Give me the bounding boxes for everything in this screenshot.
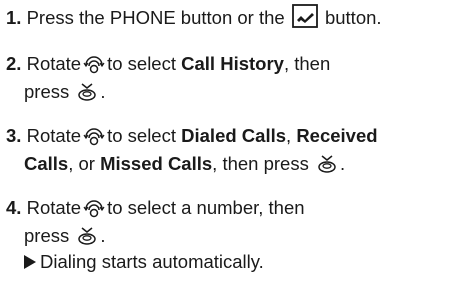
- step-3-sep-1: ,: [286, 125, 292, 146]
- step-4-to-select: to select a number, then: [107, 197, 305, 218]
- step-1: 1. Press the PHONE button or the button.: [6, 4, 472, 34]
- step-3-to-select: to select: [107, 125, 176, 146]
- selector-knob-icon: [83, 128, 105, 152]
- step-3-rotate: Rotate: [26, 125, 82, 146]
- step-2-rotate: Rotate: [26, 53, 82, 74]
- step-2-to-select: to select: [107, 53, 176, 74]
- step-2-press: press: [24, 81, 70, 102]
- press-down-icon: [76, 226, 98, 252]
- menu-call-history: Call History: [181, 53, 284, 74]
- step-number: 1.: [6, 7, 22, 28]
- menu-dialed-calls: Dialed Calls: [181, 125, 287, 146]
- step-2: 2. Rotate to select Call History, then p…: [6, 52, 472, 108]
- press-down-icon: [316, 154, 338, 180]
- press-down-icon: [76, 82, 98, 108]
- menu-received-calls-b: Calls: [24, 153, 69, 174]
- step-1-text-a: Press the PHONE button or the: [26, 7, 285, 28]
- result-triangle-icon: [24, 255, 36, 269]
- phone-handset-icon: [291, 4, 318, 34]
- instruction-page: 1. Press the PHONE button or the button.…: [0, 0, 474, 283]
- menu-missed-calls: Missed Calls: [100, 153, 213, 174]
- step-4-end: .: [100, 225, 106, 246]
- step-4-press: press: [24, 225, 70, 246]
- step-1-text-b: button.: [324, 7, 382, 28]
- step-2-end: .: [100, 81, 106, 102]
- step-3-end: .: [339, 153, 346, 174]
- selector-knob-icon: [83, 200, 105, 224]
- step-number: 2.: [6, 53, 22, 74]
- step-3-sep-2: , or: [68, 153, 95, 174]
- step-4: 4. Rotate to select a number, then press…: [6, 196, 472, 252]
- step-4-rotate: Rotate: [26, 197, 82, 218]
- step-3-then-press: , then press: [212, 153, 309, 174]
- selector-knob-icon: [83, 56, 105, 80]
- menu-received-calls-a: Received: [296, 125, 378, 146]
- step-3: 3. Rotate to select Dialed Calls, Receiv…: [6, 124, 472, 180]
- step-number: 4.: [6, 197, 22, 218]
- step-2-then: , then: [283, 53, 331, 74]
- step-number: 3.: [6, 125, 22, 146]
- result-text: Dialing starts automatically.: [40, 251, 264, 272]
- step-4-result: Dialing starts automatically.: [24, 250, 264, 274]
